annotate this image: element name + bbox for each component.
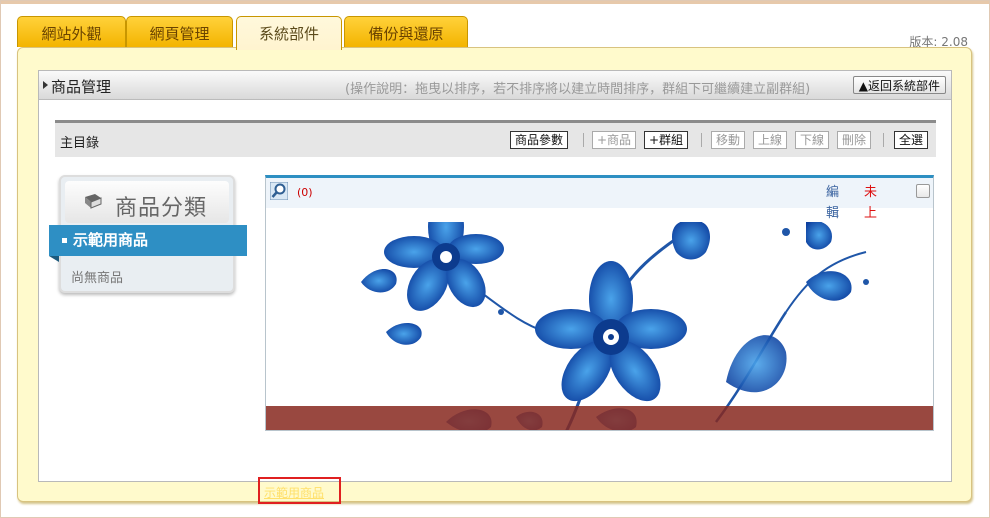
category-header: 商品分類 (65, 181, 229, 223)
toolbar-divider (701, 133, 702, 147)
select-checkbox[interactable] (916, 184, 930, 198)
product-caption-highlight: 示範用商品 (258, 477, 341, 504)
caret-right-icon[interactable] (43, 81, 48, 89)
window-top-border (0, 0, 990, 4)
toolbar: 主目錄 商品參數 +商品 +群組 移動 上線 下線 刪除 全選 (55, 120, 936, 157)
bullet-icon (62, 238, 67, 243)
tab-site-appearance[interactable]: 網站外觀 (17, 16, 126, 47)
ribbon-fold (49, 256, 59, 262)
add-group-button[interactable]: +群組 (644, 131, 689, 149)
move-button[interactable]: 移動 (711, 131, 746, 149)
card-toolbar: (0) 編輯 未上線 (266, 178, 933, 242)
toolbar-divider (583, 133, 584, 147)
back-to-components-button[interactable]: ▲返回系統部件 (852, 76, 946, 94)
panel-title: 商品管理 (51, 78, 112, 96)
product-card: (0) 編輯 未上線 (265, 175, 934, 431)
edit-link[interactable]: 編輯 (826, 182, 852, 224)
tab-backup-restore[interactable]: 備份與還原 (344, 16, 468, 47)
online-button[interactable]: 上線 (753, 131, 788, 149)
add-product-button[interactable]: +商品 (592, 131, 637, 149)
product-image[interactable] (266, 222, 933, 431)
panel-instructions: (操作說明：拖曳以排序，若不排序將以建立時間排序，群組下可繼續建立副群組) (345, 82, 811, 97)
product-params-button[interactable]: 商品參數 (510, 131, 569, 149)
tab-page-management[interactable]: 網頁管理 (126, 16, 233, 47)
main-panel: 商品管理 (操作說明：拖曳以排序，若不排序將以建立時間排序，群組下可繼續建立副群… (17, 47, 972, 504)
item-count: (0) (297, 186, 313, 199)
select-all-button[interactable]: 全選 (894, 131, 929, 149)
category-title: 商品分類 (115, 196, 208, 221)
offline-button[interactable]: 下線 (795, 131, 830, 149)
caption-bar (266, 406, 933, 430)
category-item-demo[interactable]: 示範用商品 (49, 225, 247, 256)
category-item-label: 示範用商品 (73, 231, 149, 249)
category-panel: 商品分類 示範用商品 尚無商品 (49, 175, 247, 293)
breadcrumb-root[interactable]: 主目錄 (60, 132, 99, 151)
empty-category-text: 尚無商品 (71, 271, 124, 286)
product-caption-link[interactable]: 示範用商品 (264, 484, 324, 501)
toolbar-divider (883, 133, 884, 147)
tab-system-components[interactable]: 系統部件 (236, 16, 342, 50)
search-icon[interactable] (270, 182, 288, 200)
panel-header: 商品管理 (操作說明：拖曳以排序，若不排序將以建立時間排序，群組下可繼續建立副群… (39, 71, 951, 100)
delete-button[interactable]: 刪除 (837, 131, 872, 149)
book-icon (85, 194, 102, 209)
product-management-panel: 商品管理 (操作說明：拖曳以排序，若不排序將以建立時間排序，群組下可繼續建立副群… (38, 70, 952, 504)
